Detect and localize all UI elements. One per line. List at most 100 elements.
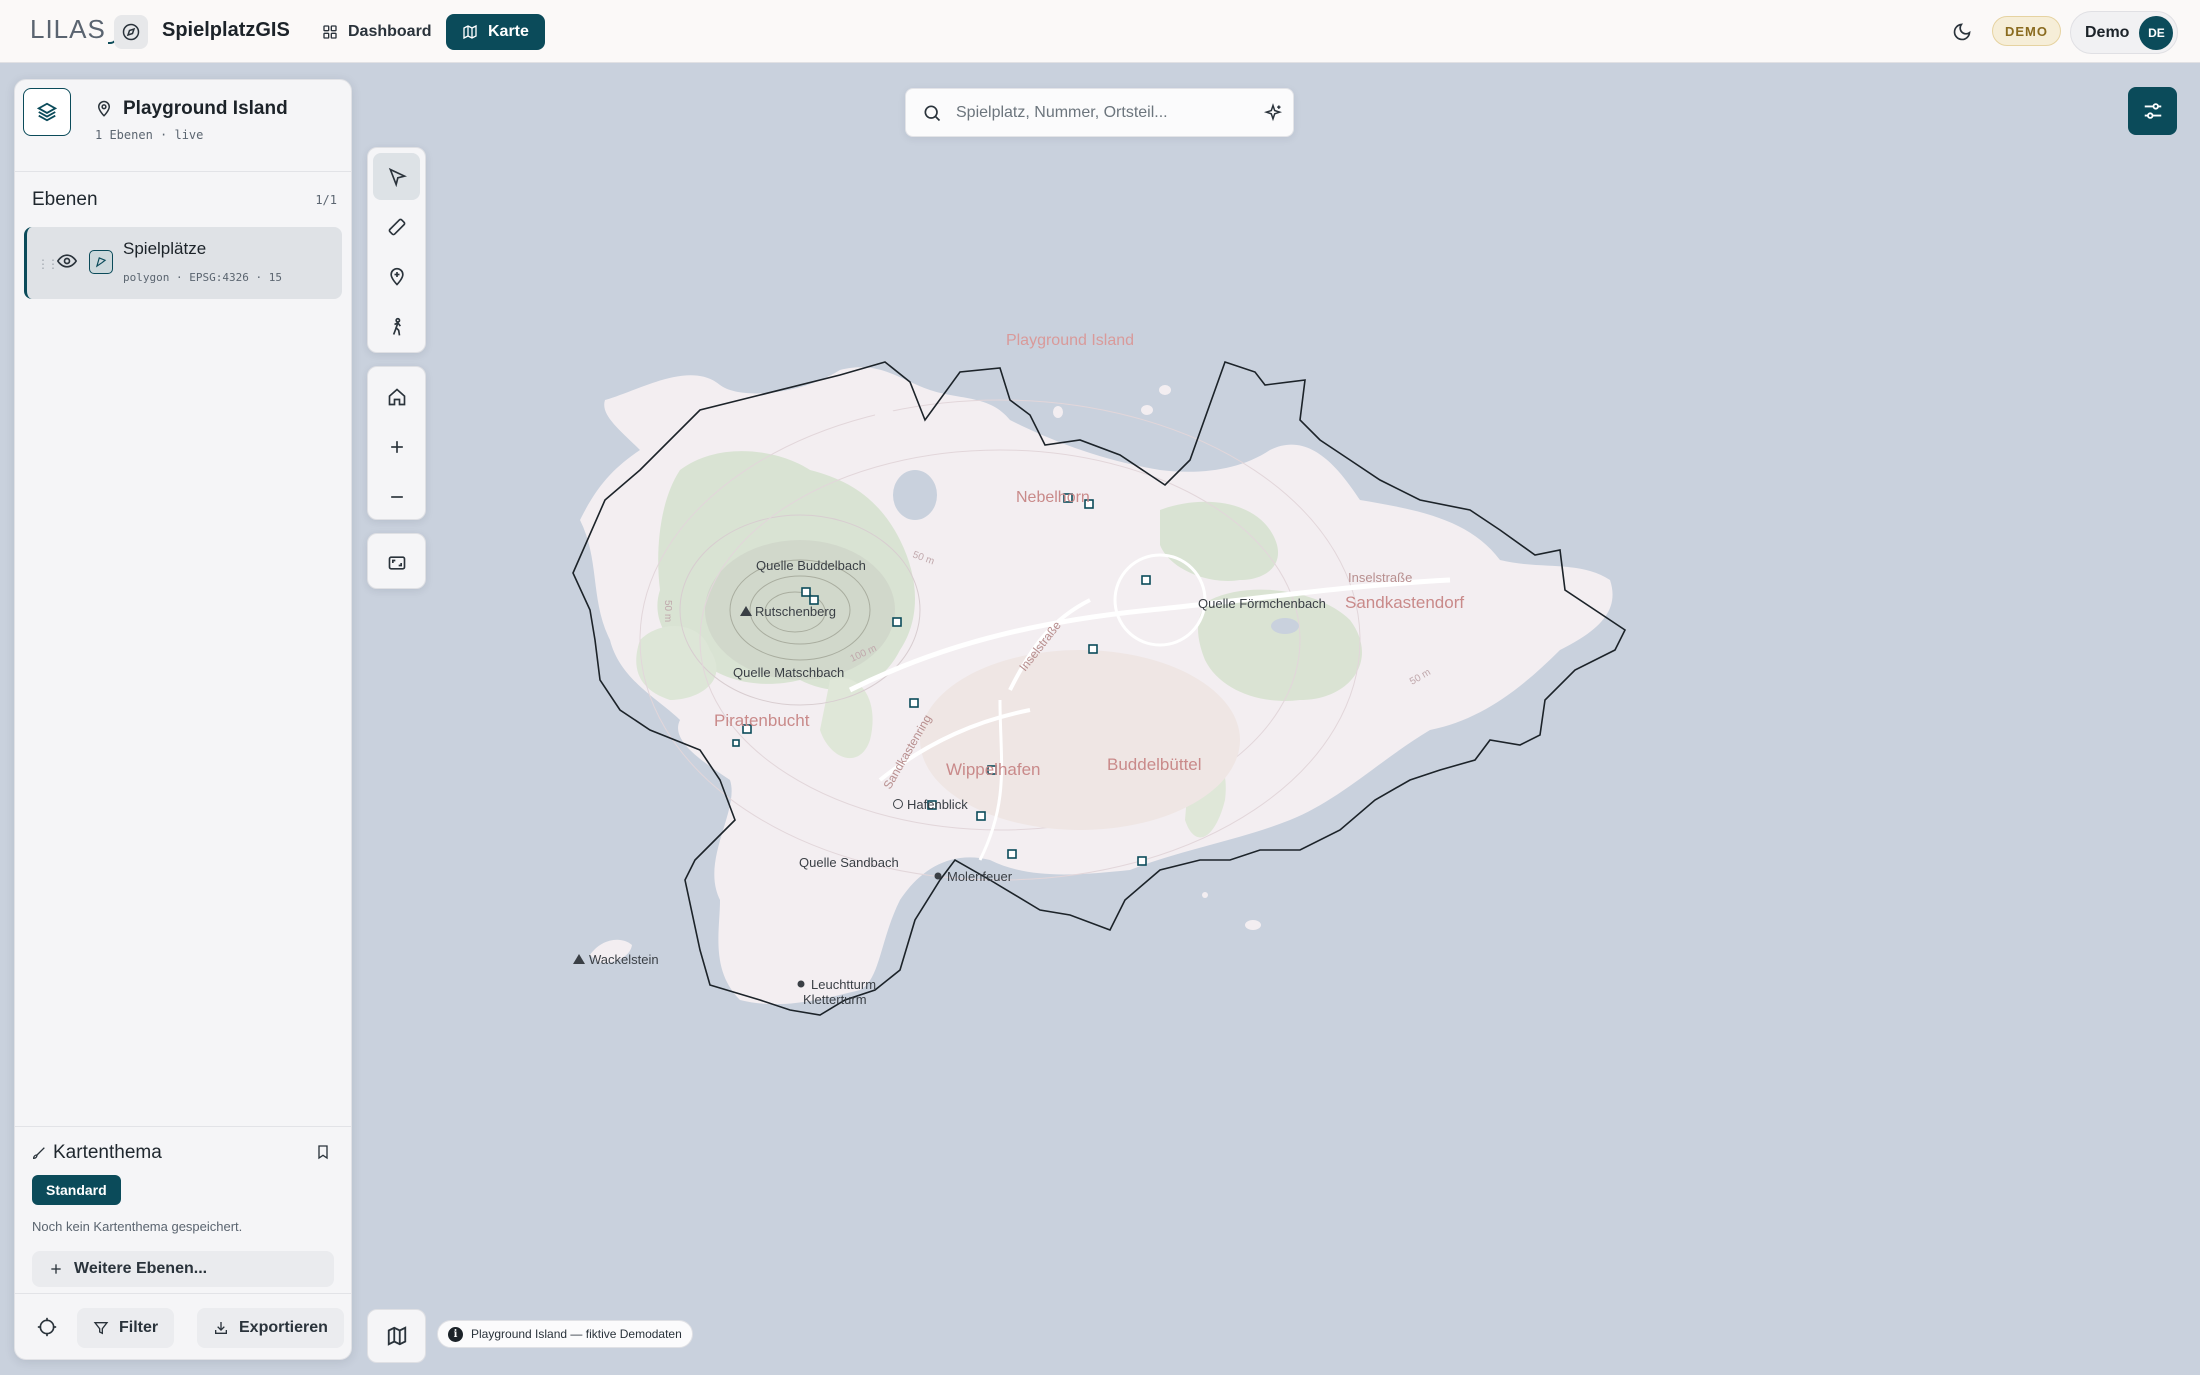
moon-icon[interactable] (1950, 20, 1974, 44)
ruler-icon (388, 218, 405, 235)
playground-marker (809, 595, 819, 605)
tool-toolbar (367, 147, 426, 353)
fit-extent-button[interactable] (373, 539, 420, 586)
poi-label: Molenfeuer (947, 869, 1013, 884)
measure-tool-button[interactable] (373, 203, 420, 250)
app-title: SpielplatzGIS (162, 19, 290, 41)
download-icon (215, 1322, 227, 1334)
home-button[interactable] (373, 373, 420, 420)
minus-icon (390, 495, 403, 498)
add-layers-button[interactable]: Weitere Ebenen... (32, 1251, 334, 1287)
islet (1141, 405, 1153, 415)
lake (1271, 618, 1299, 634)
map-pin-plus-icon (389, 267, 404, 286)
layer-item-spielplaetze[interactable]: ⋮⋮ Spielplätze polygon · EPSG:4326 · 15 (24, 227, 342, 299)
islet (1053, 406, 1063, 418)
user-menu[interactable]: Demo DE (2070, 11, 2178, 54)
drag-handle-icon[interactable]: ⋮⋮ (37, 257, 59, 271)
playground-marker (1088, 644, 1098, 654)
playground-marker (1007, 849, 1017, 859)
plus-icon (390, 440, 403, 453)
info-icon: i (448, 1326, 463, 1342)
playground-marker (909, 698, 919, 708)
filter-label: Filter (119, 1319, 159, 1336)
export-label: Exportieren (239, 1319, 328, 1336)
poi-dot-icon (797, 980, 805, 988)
theme-chip-standard[interactable]: Standard (32, 1175, 121, 1205)
layer-style-icon[interactable] (89, 250, 113, 274)
nav-karte-label: Karte (488, 23, 529, 40)
logo[interactable]: LILAS (30, 14, 118, 45)
place-label: Buddelbüttel (1107, 755, 1202, 774)
extent-toolbar (367, 533, 426, 589)
layer-panel: Playground Island 1 Ebenen · live Ebenen… (14, 79, 352, 1360)
peak-icon (573, 954, 585, 964)
layer-name: Spielplätze (123, 239, 207, 258)
zoom-toolbar (367, 366, 426, 520)
islet (1245, 920, 1261, 930)
add-point-tool-button[interactable] (373, 253, 420, 300)
eye-icon[interactable] (57, 253, 77, 269)
home-icon (388, 387, 405, 405)
panel-footer: Filter Exportieren (15, 1293, 351, 1361)
pedestrian-icon (392, 317, 401, 335)
islet (1159, 385, 1171, 395)
project-subtitle: 1 Ebenen · live (95, 128, 204, 142)
select-tool-button[interactable] (373, 153, 420, 200)
playground-marker (801, 587, 811, 597)
expand-icon (388, 555, 405, 570)
zoom-out-button[interactable] (373, 473, 420, 520)
grid-icon (323, 25, 337, 39)
map-icon (387, 1326, 406, 1346)
lake (893, 470, 937, 520)
nav-karte-button[interactable]: Karte (446, 14, 545, 50)
search-icon (924, 105, 941, 121)
map-icon (463, 24, 477, 40)
place-label: Piratenbucht (714, 711, 810, 730)
nav-dashboard-button[interactable]: Dashboard (306, 14, 448, 50)
attribution-text: Playground Island — fiktive Demodaten (471, 1327, 682, 1341)
compass-icon[interactable] (114, 15, 148, 49)
spring-label: Quelle Matschbach (733, 665, 844, 680)
sliders-icon (2144, 103, 2161, 119)
avatar: DE (2139, 15, 2174, 50)
poi-label: Leuchtturm (811, 977, 876, 992)
logo-text: LILAS (30, 14, 106, 44)
islet (875, 408, 895, 422)
project-title: Playground Island (123, 98, 288, 119)
map-attribution[interactable]: i Playground Island — fiktive Demodaten (437, 1320, 693, 1348)
sparkle-icon[interactable] (1263, 103, 1283, 123)
theme-note: Noch kein Kartenthema gespeichert. (32, 1219, 243, 1234)
contour-label: 50 m (662, 600, 673, 622)
layers-toggle-button[interactable] (23, 88, 71, 136)
spring-label: Quelle Förmchenbach (1198, 596, 1326, 611)
map-settings-button[interactable] (2128, 87, 2177, 135)
export-button[interactable]: Exportieren (197, 1308, 344, 1348)
place-label: Sandkastendorf (1345, 593, 1464, 612)
layers-count: 1/1 (315, 193, 337, 207)
place-label: Nebelhorn (1016, 489, 1090, 506)
nav-dashboard-label: Dashboard (348, 23, 432, 40)
panel-header: Playground Island 1 Ebenen · live (15, 80, 351, 172)
basemap-button[interactable] (367, 1309, 426, 1363)
top-bar: LILAS SpielplatzGIS Dashboard Karte DEMO… (0, 0, 2200, 63)
cursor-arrow-icon (388, 167, 407, 187)
walk-tool-button[interactable] (373, 303, 420, 350)
playground-marker (732, 739, 740, 747)
layer-meta: polygon · EPSG:4326 · 15 (123, 271, 282, 284)
bookmark-icon[interactable] (315, 1143, 331, 1161)
add-layers-label: Weitere Ebenen... (74, 1260, 208, 1277)
filter-button[interactable]: Filter (77, 1308, 175, 1348)
layers-icon (36, 102, 58, 122)
plus-icon (51, 1264, 61, 1274)
theme-heading: Kartenthema (53, 1142, 162, 1163)
playground-marker (892, 617, 902, 627)
spring-label: Quelle Buddelbach (756, 558, 866, 573)
street-label: Inselstraße (1348, 570, 1412, 585)
map-pin-icon (97, 100, 111, 117)
layers-heading: Ebenen (32, 189, 98, 210)
zoom-in-button[interactable] (373, 423, 420, 470)
search-input[interactable] (956, 103, 1246, 122)
crosshair-icon[interactable] (37, 1317, 57, 1337)
demo-badge: DEMO (1992, 16, 2061, 46)
